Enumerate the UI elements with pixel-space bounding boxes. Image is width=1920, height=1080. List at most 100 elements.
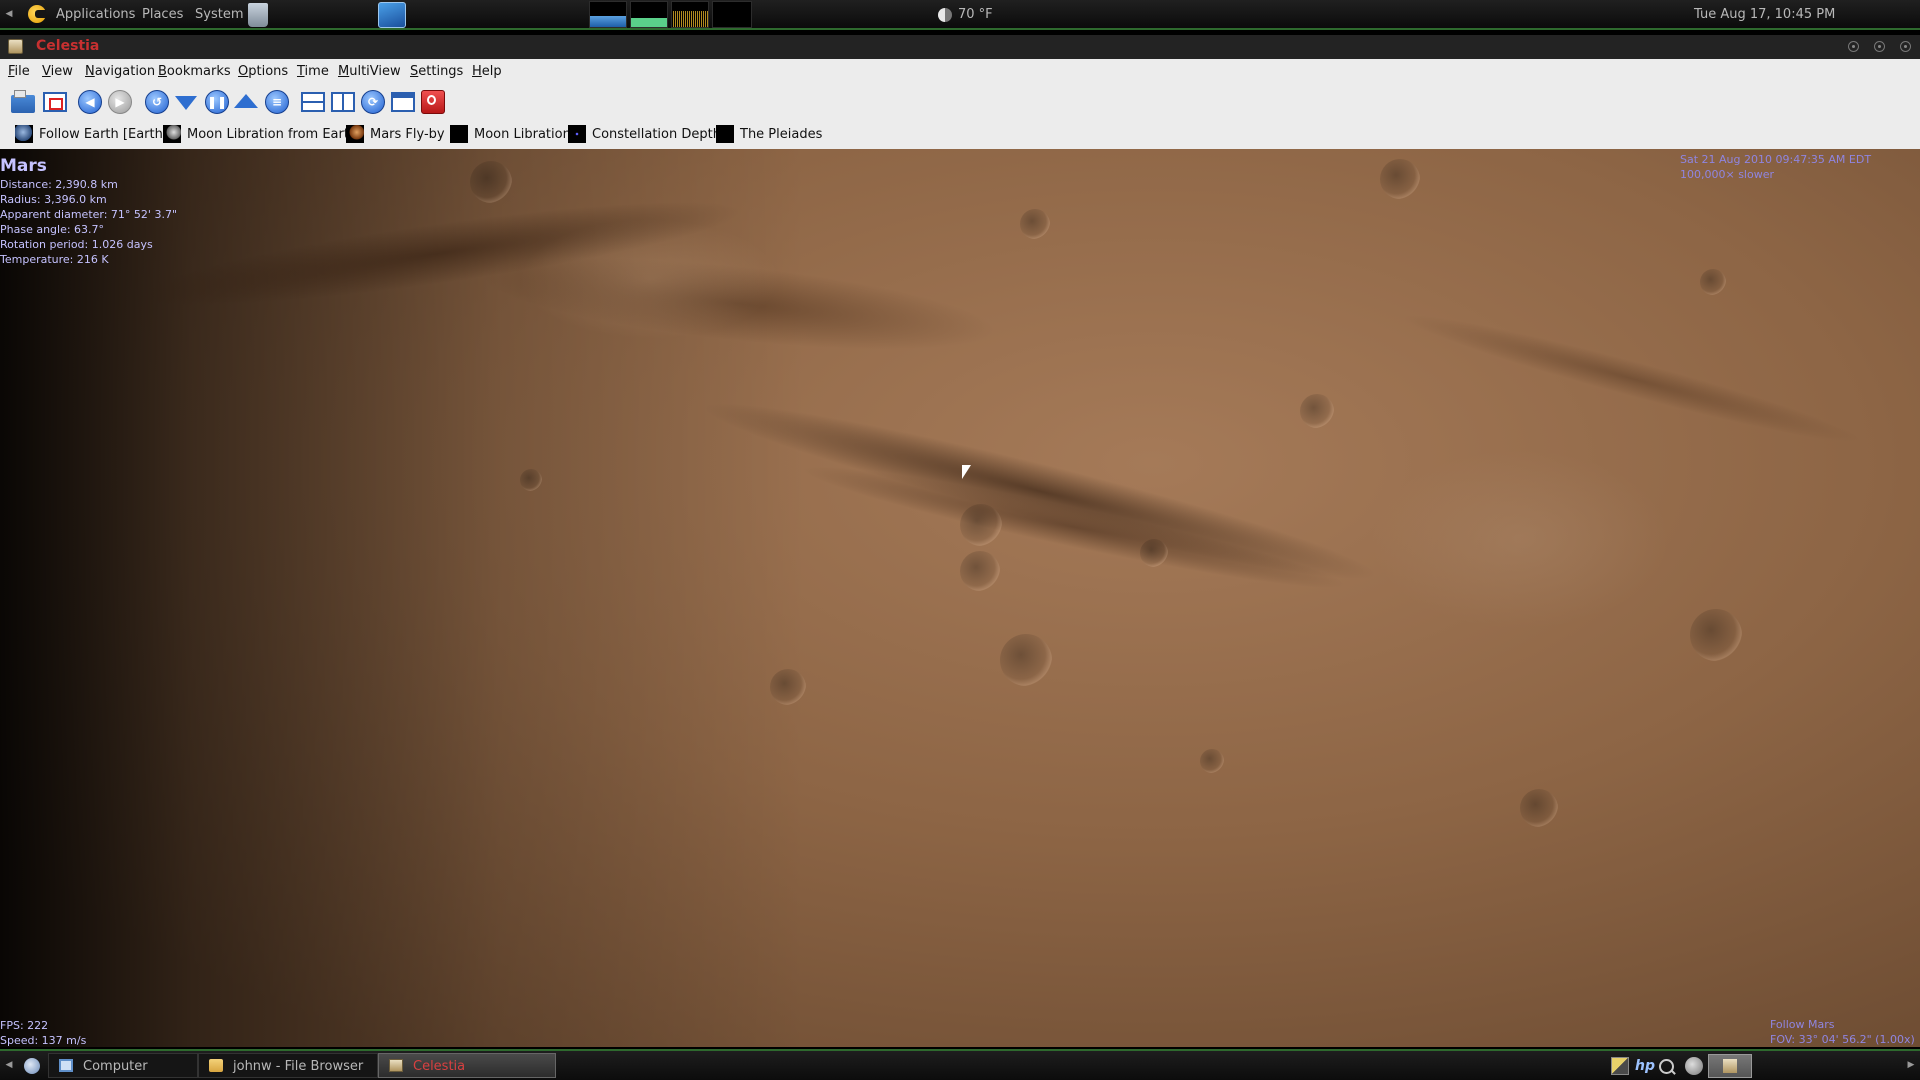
- bookmark-the-pleiades[interactable]: The Pleiades: [716, 124, 822, 144]
- time-forward-icon[interactable]: [234, 94, 258, 108]
- display-settings-icon[interactable]: [378, 2, 406, 28]
- moon-thumbnail-icon: [163, 125, 181, 143]
- task-file-browser[interactable]: johnw - File Browser: [198, 1053, 378, 1078]
- single-view-icon[interactable]: [391, 92, 415, 112]
- computer-icon: [59, 1059, 73, 1072]
- network-tray-icon[interactable]: [1611, 1057, 1629, 1075]
- places-menu[interactable]: Places: [142, 0, 183, 28]
- open-icon[interactable]: [11, 90, 35, 113]
- split-vertical-icon[interactable]: [331, 92, 355, 112]
- follow-mode: Follow Mars: [1770, 1018, 1835, 1031]
- weather-icon[interactable]: [938, 8, 952, 22]
- home-icon[interactable]: ↺: [145, 90, 169, 114]
- bookmark-label: Constellation Depth: [592, 126, 721, 142]
- minimize-button[interactable]: [1848, 41, 1859, 52]
- celestia-viewport[interactable]: Mars Distance: 2,390.8 km Radius: 3,396.…: [0, 149, 1920, 1047]
- show-desktop-icon[interactable]: [24, 1058, 40, 1074]
- black-thumbnail-icon: [450, 125, 468, 143]
- rotation-period-readout: Rotation period: 1.026 days: [0, 238, 153, 251]
- task-label: johnw - File Browser: [233, 1059, 364, 1074]
- bookmark-constellation-depth[interactable]: Constellation Depth: [568, 124, 721, 144]
- real-time-icon[interactable]: ≡: [265, 90, 289, 114]
- celestia-tray-icon[interactable]: [1708, 1054, 1752, 1078]
- task-computer[interactable]: Computer: [48, 1053, 198, 1078]
- menu-navigation[interactable]: Navigation: [85, 64, 155, 79]
- camera-info-panel: Follow Mars FOV: 33° 04' 56.2" (1.00x): [1770, 1017, 1915, 1047]
- close-button[interactable]: [1900, 41, 1911, 52]
- folder-icon: [209, 1059, 223, 1072]
- crater: [1520, 789, 1558, 827]
- crater: [770, 669, 806, 705]
- menu-multiview[interactable]: MultiView: [338, 64, 401, 79]
- bookmark-label: Follow Earth [Earth]: [39, 126, 168, 142]
- menu-time[interactable]: Time: [297, 64, 329, 79]
- bookmark-moon-libration-from-earth[interactable]: Moon Libration from Earth: [163, 124, 357, 144]
- bookmark-label: Moon Libration: [474, 126, 571, 142]
- crater: [960, 551, 1000, 591]
- pause-icon[interactable]: ❚❚: [205, 90, 229, 114]
- crater: [1300, 394, 1334, 428]
- crater: [1020, 209, 1050, 239]
- constellation-thumbnail-icon: [568, 125, 586, 143]
- search-icon[interactable]: [1659, 1059, 1674, 1074]
- black-thumbnail-icon: [716, 125, 734, 143]
- celestia-icon: [389, 1059, 403, 1072]
- bookmark-follow-earth[interactable]: Follow Earth [Earth]: [15, 124, 168, 144]
- temperature-readout: Temperature: 216 K: [0, 253, 109, 266]
- menu-bookmarks[interactable]: Bookmarks: [158, 64, 231, 79]
- radius-readout: Radius: 3,396.0 km: [0, 193, 107, 206]
- phase-angle-readout: Phase angle: 63.7°: [0, 223, 105, 236]
- quit-icon[interactable]: [421, 90, 445, 114]
- bookmark-label: The Pleiades: [740, 126, 823, 142]
- cpu-monitor-icon[interactable]: [589, 1, 627, 28]
- channel-shadow: [1395, 299, 1869, 458]
- network-monitor-icon[interactable]: [671, 1, 709, 28]
- fullscreen-icon[interactable]: [43, 92, 67, 112]
- canyon-ridge: [520, 219, 780, 339]
- top-panel: ◀ Applications Places System 70 °F Tue A…: [0, 0, 1920, 30]
- hp-printer-tray-icon[interactable]: hp: [1635, 1057, 1655, 1075]
- forward-icon[interactable]: ▶: [108, 90, 132, 114]
- load-monitor-icon[interactable]: [712, 1, 752, 28]
- cycle-view-icon[interactable]: ⟳: [361, 90, 385, 114]
- bottom-panel: ◀ Computer johnw - File Browser Celestia…: [0, 1049, 1920, 1080]
- object-info-panel: Mars Distance: 2,390.8 km Radius: 3,396.…: [0, 155, 177, 267]
- clock[interactable]: Tue Aug 17, 10:45 PM: [1694, 0, 1835, 30]
- menu-file[interactable]: File: [8, 64, 30, 79]
- maximize-button[interactable]: [1874, 41, 1885, 52]
- crater: [520, 469, 542, 491]
- gnome-foot-icon[interactable]: [28, 5, 46, 23]
- earth-thumbnail-icon: [15, 125, 33, 143]
- apparent-diameter-readout: Apparent diameter: 71° 52' 3.7": [0, 208, 177, 221]
- performance-panel: FPS: 222 Speed: 137 m/s: [0, 1018, 86, 1047]
- simulation-datetime: Sat 21 Aug 2010 09:47:35 AM EDT: [1680, 153, 1872, 166]
- celestia-app-icon[interactable]: [8, 39, 23, 54]
- tools-tray-icon[interactable]: [1685, 1057, 1703, 1075]
- applications-menu[interactable]: Applications: [56, 0, 135, 28]
- panel-left-arrow-icon[interactable]: ◀: [2, 1051, 16, 1079]
- weather-temperature[interactable]: 70 °F: [958, 0, 993, 30]
- panel-left-arrow-icon[interactable]: ◀: [2, 0, 16, 28]
- mars-thumbnail-icon: [346, 125, 364, 143]
- crater: [1380, 159, 1420, 199]
- system-menu[interactable]: System: [195, 0, 243, 28]
- split-horizontal-icon[interactable]: [301, 92, 325, 112]
- crater: [1700, 269, 1726, 295]
- fps-readout: FPS: 222: [0, 1019, 49, 1032]
- menu-settings[interactable]: Settings: [410, 64, 463, 79]
- task-label: Computer: [83, 1059, 148, 1074]
- task-celestia[interactable]: Celestia: [378, 1053, 556, 1078]
- menu-view[interactable]: View: [42, 64, 73, 79]
- bookmark-mars-fly-by[interactable]: Mars Fly-by: [346, 124, 445, 144]
- fov-readout: FOV: 33° 04' 56.2" (1.00x): [1770, 1033, 1915, 1046]
- trash-icon[interactable]: [248, 3, 268, 27]
- menu-options[interactable]: Options: [238, 64, 288, 79]
- panel-right-arrow-icon[interactable]: ▶: [1904, 1051, 1918, 1079]
- menu-help[interactable]: Help: [472, 64, 502, 79]
- memory-monitor-icon[interactable]: [630, 1, 668, 28]
- window-titlebar[interactable]: Celestia: [0, 35, 1920, 59]
- bookmarks-bar: Follow Earth [Earth] Moon Libration from…: [0, 119, 1920, 149]
- back-icon[interactable]: ◀: [78, 90, 102, 114]
- time-reverse-icon[interactable]: [175, 96, 197, 110]
- bookmark-moon-libration[interactable]: Moon Libration: [450, 124, 571, 144]
